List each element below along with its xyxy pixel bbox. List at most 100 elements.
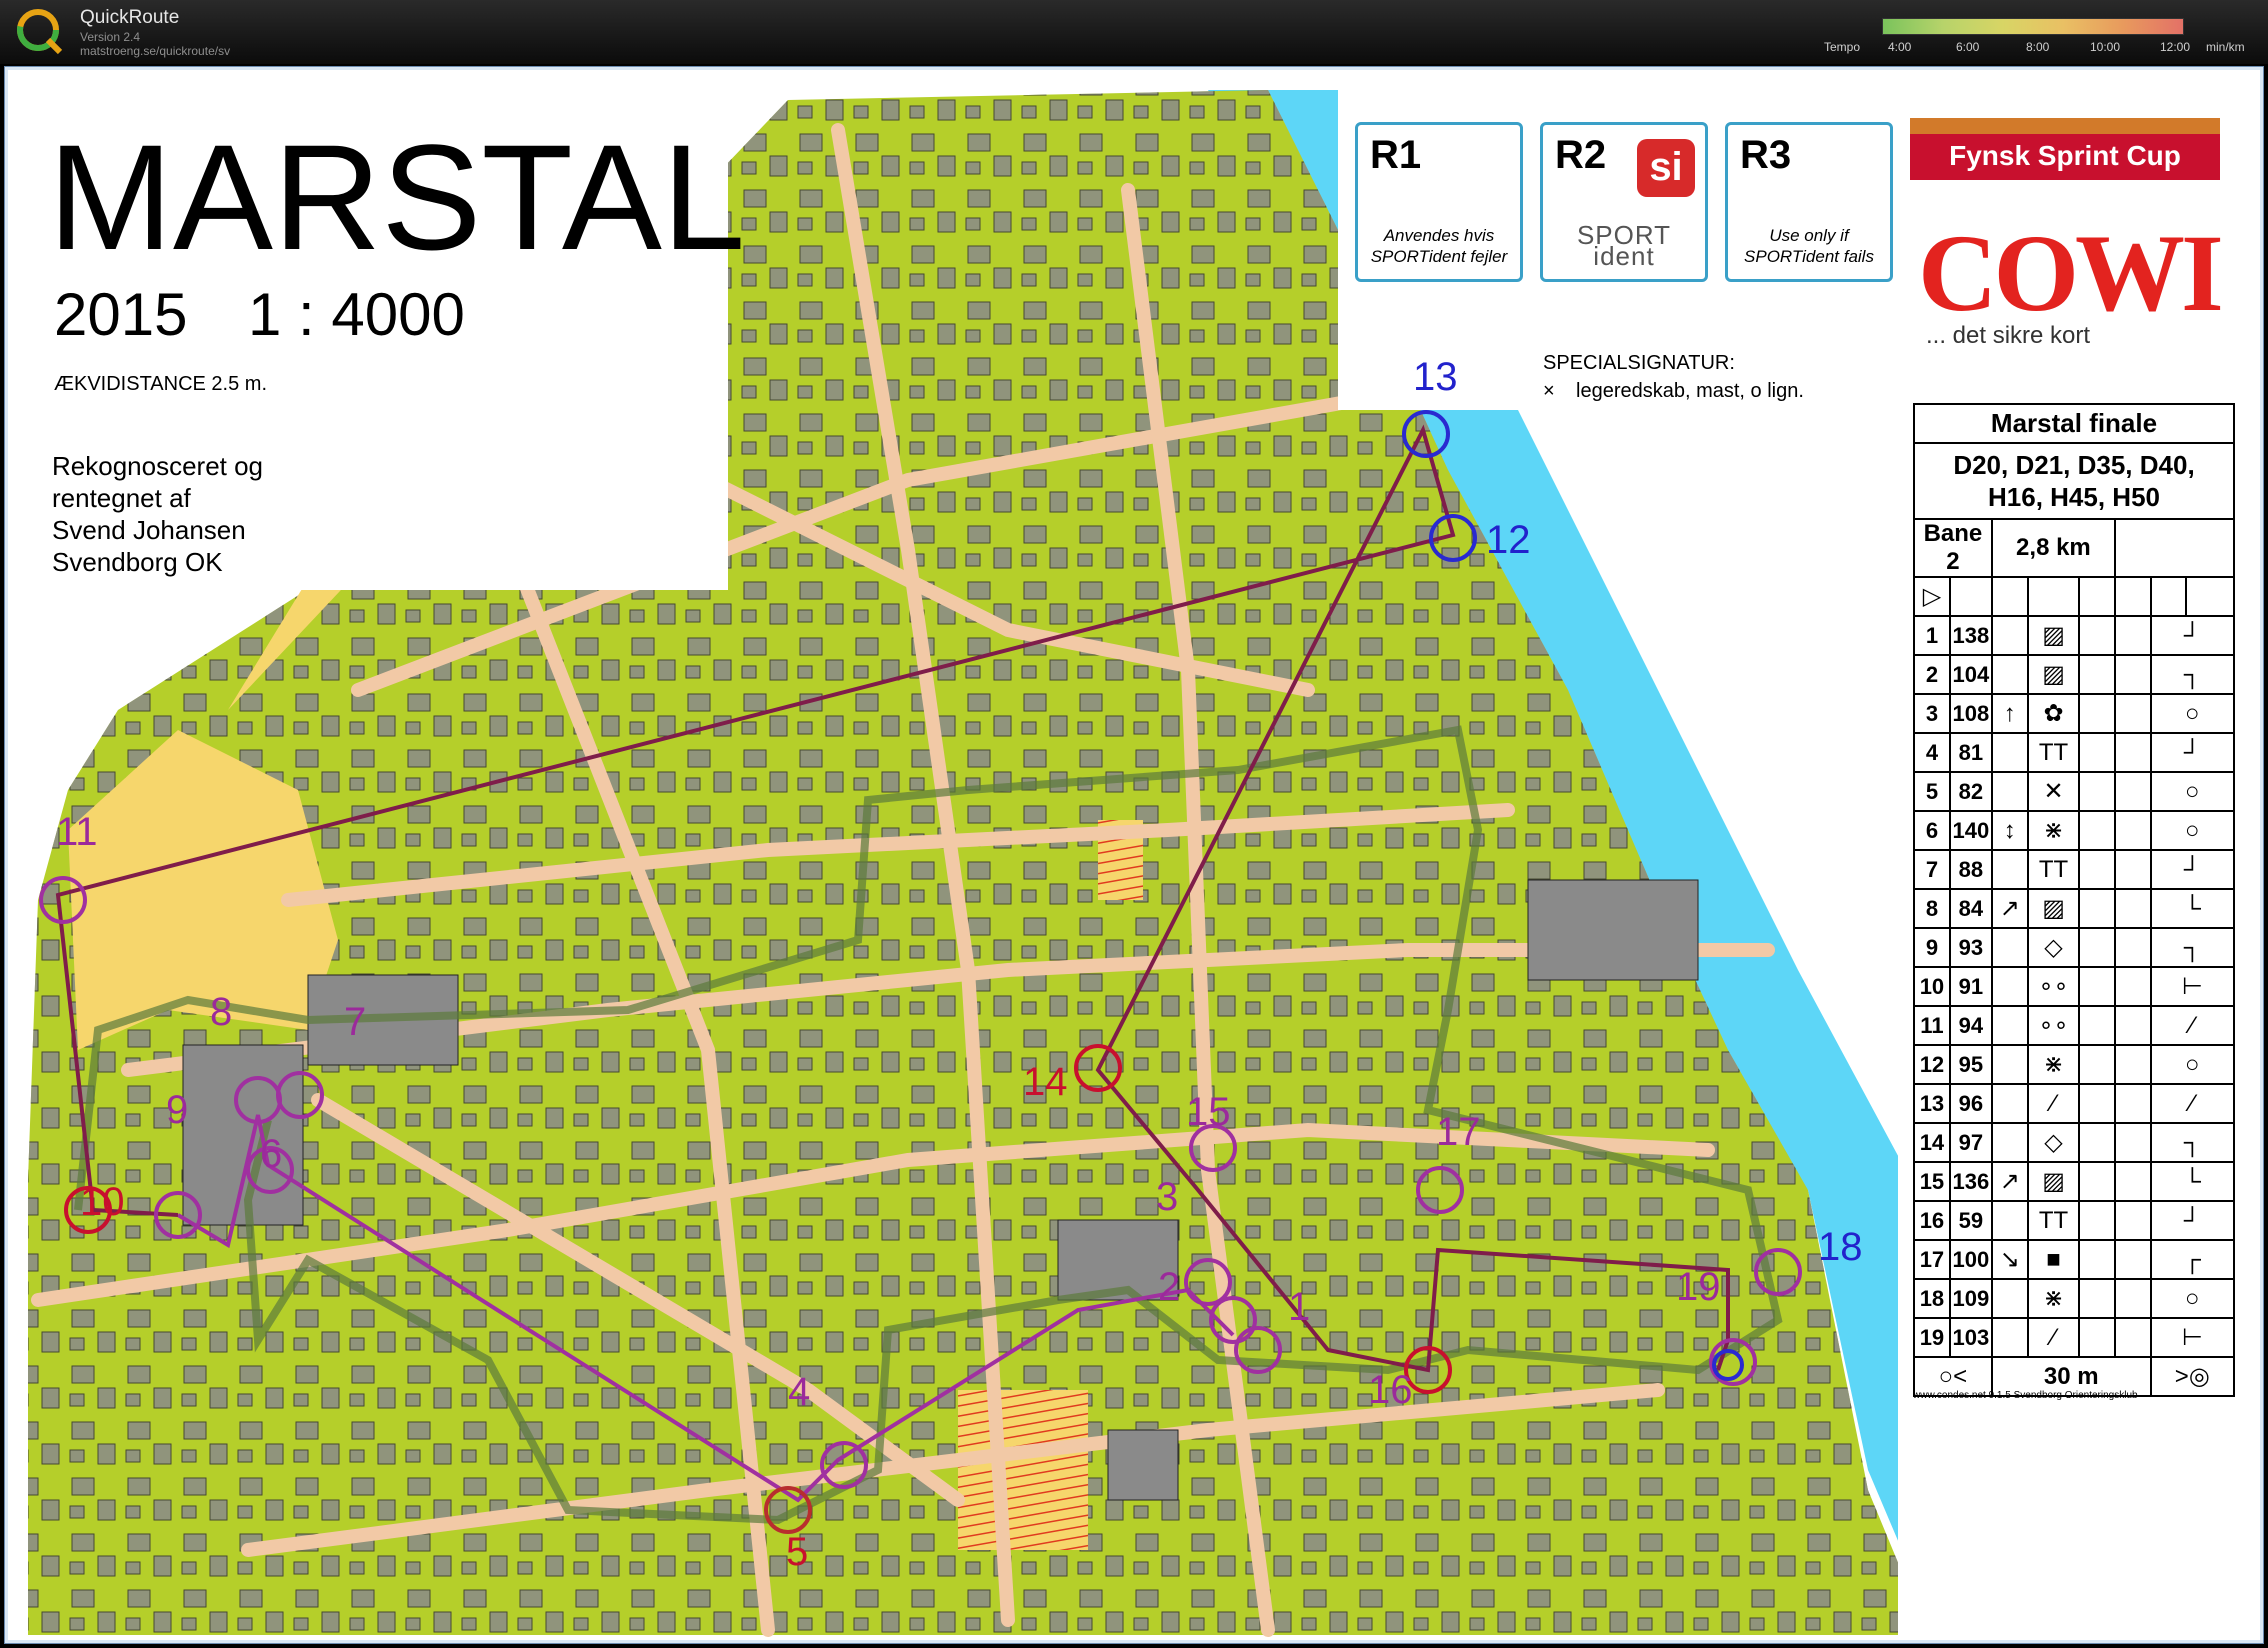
desc-cell-n: 14	[1913, 1122, 1951, 1163]
desc-cell	[1990, 576, 2029, 617]
r1-note: Anvendes hvis SPORTident fejler	[1370, 226, 1508, 266]
desc-cell-code: 97	[1948, 1122, 1993, 1163]
r3-label: R3	[1740, 133, 1792, 177]
desc-cell-g: ○	[2149, 1278, 2236, 1319]
hatched-area-church	[958, 1390, 1088, 1550]
desc-cell-d: ∘∘	[2026, 1005, 2081, 1046]
desc-cell-code: 95	[1948, 1044, 1993, 1085]
desc-cell-f	[2113, 1317, 2152, 1358]
desc-cell-d: ▨	[2026, 1161, 2081, 1202]
desc-cell-e	[2078, 810, 2116, 851]
desc-cell-f	[2113, 849, 2152, 890]
desc-cell-code: 94	[1948, 1005, 1993, 1046]
desc-cell-code: 140	[1948, 810, 1993, 851]
desc-cell	[2078, 576, 2116, 617]
desc-cell	[1948, 576, 1993, 617]
desc-cell-c	[1990, 654, 2029, 695]
app-url[interactable]: matstroeng.se/quickroute/sv	[80, 44, 230, 58]
desc-row: 13 96 ∕ ∕	[1913, 1083, 2236, 1124]
desc-cell-e	[2078, 615, 2116, 656]
desc-rows: 1 138 ▨ ┘ 2 104 ▨ ┐ 3 108 ↑ ✿ ○ 4 81 ΤΤ ┘ 5 82 ✕ ○ 6 140 ↕ ⋇ ○ 7 88…	[1913, 615, 2236, 1358]
desc-cell-g: ┐	[2149, 927, 2236, 968]
desc-cell-n: 10	[1913, 966, 1951, 1007]
building-block	[182, 1044, 304, 1226]
desc-row: 11 94 ∘∘ ∕	[1913, 1005, 2236, 1046]
desc-course: Bane 2	[1913, 518, 1993, 578]
desc-cell-d: ⋇	[2026, 1278, 2081, 1319]
control-number: 12	[1486, 518, 1531, 562]
desc-cell-d: ∕	[2026, 1083, 2081, 1124]
cowi-logo: COWI	[1918, 212, 2224, 334]
control-number: 13	[1413, 355, 1458, 399]
desc-cell-n: 17	[1913, 1239, 1951, 1280]
sponsor-banner-top	[1910, 118, 2220, 134]
desc-cell-code: 96	[1948, 1083, 1993, 1124]
church-building	[1107, 1429, 1179, 1501]
desc-cell-c	[1990, 1005, 2029, 1046]
app-name: QuickRoute	[80, 7, 180, 28]
desc-cell-g: ⊢	[2149, 1317, 2236, 1358]
desc-row: 3 108 ↑ ✿ ○	[1913, 693, 2236, 734]
desc-cell-c	[1990, 615, 2029, 656]
map-scale: 1 : 4000	[248, 281, 465, 348]
desc-cell-e	[2078, 888, 2116, 929]
start-triangle-icon: ▷	[1913, 576, 1951, 617]
desc-cell-g: ○	[2149, 1044, 2236, 1085]
desc-cell-f	[2113, 1122, 2152, 1163]
control-number: 10	[80, 1180, 125, 1224]
desc-cell-d: ΤΤ	[2026, 732, 2081, 773]
credits-line: Svendborg OK	[52, 547, 223, 577]
desc-row: 4 81 ΤΤ ┘	[1913, 732, 2236, 773]
desc-cell-code: 82	[1948, 771, 1993, 812]
desc-cell-f	[2113, 1083, 2152, 1124]
desc-cell-e	[2078, 654, 2116, 695]
fynsk-sprint-cup-banner: Fynsk Sprint Cup	[1949, 140, 2181, 171]
tempo-label: Tempo	[1824, 40, 1861, 54]
desc-cell-f	[2113, 966, 2152, 1007]
desc-cell-n: 8	[1913, 888, 1951, 929]
r3-box: R3 Use only if SPORTident fails	[1725, 122, 1893, 282]
desc-empty	[2113, 518, 2236, 578]
desc-cell-d: ✿	[2026, 693, 2081, 734]
desc-row: 7 88 ΤΤ ┘	[1913, 849, 2236, 890]
desc-cell-d: ΤΤ	[2026, 849, 2081, 890]
desc-cell-e	[2078, 771, 2116, 812]
desc-cell-g: └	[2149, 1161, 2236, 1202]
tempo-tick: 4:00	[1888, 40, 1912, 54]
desc-cell-code: 59	[1948, 1200, 1993, 1241]
credits-line: rentegnet af	[52, 483, 191, 513]
desc-cell-e	[2078, 1122, 2116, 1163]
desc-row: 2 104 ▨ ┐	[1913, 654, 2236, 695]
desc-cell-code: 104	[1948, 654, 1993, 695]
desc-length: 2,8 km	[1990, 518, 2116, 578]
desc-cell-e	[2078, 1044, 2116, 1085]
desc-cell-d: ∕	[2026, 1317, 2081, 1358]
desc-cell-n: 11	[1913, 1005, 1951, 1046]
desc-row: 9 93 ◇ ┐	[1913, 927, 2236, 968]
app-version: Version 2.4	[80, 30, 141, 44]
desc-row: 12 95 ⋇ ○	[1913, 1044, 2236, 1085]
sportident-si-logo-icon: si	[1637, 139, 1695, 197]
control-number: 5	[786, 1530, 809, 1574]
desc-row: 8 84 ↗ ▨ └	[1913, 888, 2236, 929]
desc-cell-f	[2113, 1044, 2152, 1085]
desc-cell-d: ⋇	[2026, 1044, 2081, 1085]
desc-cell-c: ↘	[1990, 1239, 2029, 1280]
desc-row: 16 59 ΤΤ ┘	[1913, 1200, 2236, 1241]
desc-cell-g: └	[2149, 888, 2236, 929]
desc-cell-c	[1990, 771, 2029, 812]
credits-line: Rekognosceret og	[52, 451, 264, 481]
desc-cell-f	[2113, 810, 2152, 851]
desc-cell-c: ↗	[1990, 1161, 2029, 1202]
r1-box: R1 Anvendes hvis SPORTident fejler	[1355, 122, 1523, 282]
desc-cell-n: 16	[1913, 1200, 1951, 1241]
desc-row: 19 103 ∕ ⊢	[1913, 1317, 2236, 1358]
desc-cell-code: 81	[1948, 732, 1993, 773]
desc-cell-n: 3	[1913, 693, 1951, 734]
desc-cell-g: ┐	[2149, 654, 2236, 695]
map-canvas[interactable]: MARSTAL 2015 1 : 4000 ÆKVIDISTANCE 2.5 m…	[8, 70, 2260, 1640]
desc-cell	[2113, 576, 2152, 617]
control-number: 9	[166, 1088, 189, 1132]
desc-cell-code: 100	[1948, 1239, 1993, 1280]
desc-cell-g: ○	[2149, 693, 2236, 734]
